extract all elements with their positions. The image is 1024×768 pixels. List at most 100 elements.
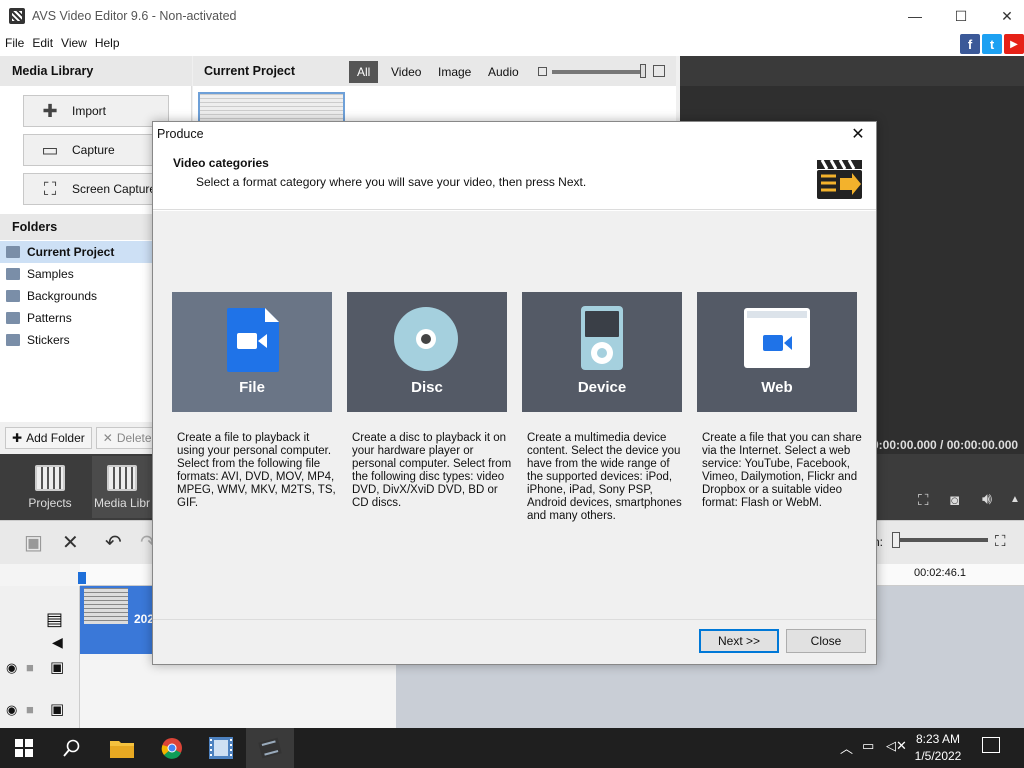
- storyboard-icon[interactable]: ▣: [24, 530, 43, 555]
- category-label: Web: [761, 379, 793, 396]
- filter-video[interactable]: Video: [383, 61, 429, 83]
- category-description-web: Create a file that you can share via the…: [702, 432, 862, 509]
- menu-help[interactable]: Help: [95, 36, 120, 50]
- title-bar: AVS Video Editor 9.6 - Non-activated: [0, 0, 1024, 32]
- chrome-button[interactable]: [148, 728, 196, 768]
- menu-view[interactable]: View: [61, 36, 87, 50]
- category-disc[interactable]: Disc: [347, 292, 507, 412]
- category-label: Device: [577, 379, 627, 396]
- undo-icon[interactable]: ↶: [105, 530, 122, 555]
- dialog-subheading: Select a format category where you will …: [196, 175, 587, 189]
- dialog-body: [153, 211, 876, 619]
- dialog-footer: Next >> Close: [153, 619, 876, 664]
- zoom-slider-handle[interactable]: [892, 532, 900, 548]
- app-icon: [9, 8, 25, 24]
- folder-icon: [6, 334, 20, 346]
- screen-capture-icon: ⛶: [43, 178, 57, 199]
- mode-media-library[interactable]: Media Libr: [92, 456, 152, 518]
- category-label: File: [239, 379, 265, 396]
- clapper-icon: [817, 159, 862, 199]
- mute-icon[interactable]: ◀: [52, 634, 63, 651]
- add-folder-button[interactable]: ✚ Add Folder: [5, 427, 92, 449]
- folder-icon: [6, 290, 20, 302]
- dialog-close-button[interactable]: Close: [786, 629, 866, 653]
- media-thumbnail[interactable]: [198, 92, 345, 124]
- dialog-heading: Video categories: [173, 156, 269, 170]
- start-button[interactable]: [0, 728, 48, 768]
- volume-icon[interactable]: 🔊︎: [982, 491, 992, 509]
- category-web[interactable]: Web: [697, 292, 857, 412]
- mode-label: Media Libr: [93, 495, 151, 510]
- menu-edit[interactable]: Edit: [32, 36, 53, 50]
- zoom-slider[interactable]: [894, 538, 988, 542]
- category-description-file: Create a file to playback it using your …: [177, 432, 336, 509]
- taskbar-clock[interactable]: 8:23 AM 1/5/2022: [908, 731, 968, 765]
- dialog-close-icon[interactable]: ✕: [848, 124, 868, 144]
- network-icon[interactable]: ▭: [862, 738, 874, 754]
- capture-label: Capture: [72, 143, 115, 157]
- delete-folder-button[interactable]: ✕ Delete: [95, 427, 159, 449]
- eye-icon[interactable]: ◉: [6, 660, 17, 676]
- import-button[interactable]: ✚ Import: [23, 95, 169, 127]
- mode-label: Projects: [28, 495, 72, 510]
- disc-icon: [394, 307, 458, 371]
- preview-top-bar: [680, 56, 1024, 86]
- volume-arrow-icon[interactable]: ▲: [1010, 494, 1020, 505]
- filter-audio[interactable]: Audio: [480, 61, 527, 83]
- lock-icon[interactable]: ■: [26, 702, 34, 717]
- folder-label: Samples: [27, 267, 74, 281]
- maximize-button[interactable]: ☐: [938, 0, 984, 32]
- category-file[interactable]: File: [172, 292, 332, 412]
- folder-icon: [6, 268, 20, 280]
- current-project-title: Current Project: [204, 64, 295, 78]
- effects-track-icon: ▣: [50, 659, 65, 676]
- add-folder-label: Add Folder: [26, 431, 85, 445]
- plus-icon: ✚: [12, 431, 23, 445]
- film-app-button[interactable]: [197, 728, 245, 768]
- search-button[interactable]: [48, 728, 96, 768]
- youtube-icon[interactable]: ▶: [1004, 34, 1024, 54]
- avs-editor-taskbar-button[interactable]: [246, 728, 294, 768]
- thumb-size-slider-handle[interactable]: [640, 64, 646, 78]
- category-description-disc: Create a disc to playback it on your har…: [352, 432, 512, 509]
- video-track-icon: ▤: [46, 609, 64, 629]
- screen-capture-button[interactable]: ⛶ Screen Capture: [23, 173, 169, 205]
- next-button[interactable]: Next >>: [699, 629, 779, 653]
- notification-icon[interactable]: [982, 737, 1000, 753]
- eye-icon[interactable]: ◉: [6, 702, 17, 718]
- playhead[interactable]: [78, 572, 86, 584]
- clip-thumbnail: [84, 588, 128, 624]
- delete-icon: ✕: [102, 431, 113, 445]
- thumb-size-slider[interactable]: [552, 70, 644, 74]
- small-thumb-size-icon[interactable]: [538, 67, 547, 76]
- preview-time: 0:00:00.000 / 00:00:00.000: [872, 438, 1019, 452]
- tray-arrow-icon[interactable]: ︿: [840, 738, 853, 757]
- filter-all[interactable]: All: [349, 61, 379, 83]
- filter-image[interactable]: Image: [430, 61, 479, 83]
- delete-label: Delete: [116, 431, 152, 445]
- device-icon: [581, 306, 623, 370]
- large-thumb-size-icon[interactable]: [653, 65, 665, 77]
- clapper-icon: [35, 464, 65, 491]
- fit-timeline-icon[interactable]: ⛶: [995, 533, 1006, 550]
- delete-icon[interactable]: ✕: [62, 530, 79, 555]
- capture-button[interactable]: ▭ Capture: [23, 134, 169, 166]
- menu-file[interactable]: File: [5, 36, 24, 50]
- category-device[interactable]: Device: [522, 292, 682, 412]
- volume-muted-icon[interactable]: ◁✕: [886, 738, 907, 754]
- folder-icon: [110, 741, 134, 758]
- close-button[interactable]: ✕: [984, 0, 1024, 32]
- snapshot-icon[interactable]: ◙: [950, 492, 959, 509]
- lock-icon[interactable]: ■: [26, 660, 34, 675]
- file-explorer-button[interactable]: [98, 728, 146, 768]
- avs-editor-icon: [258, 737, 282, 759]
- category-description-device: Create a multimedia device content. Sele…: [527, 432, 682, 522]
- windows-icon: [15, 739, 33, 757]
- twitter-icon[interactable]: t: [982, 34, 1002, 54]
- import-label: Import: [72, 104, 107, 118]
- minimize-button[interactable]: —: [892, 0, 938, 32]
- file-video-icon: [227, 308, 279, 372]
- fullscreen-icon[interactable]: ⛶: [918, 492, 929, 509]
- facebook-icon[interactable]: f: [960, 34, 980, 54]
- mode-projects[interactable]: Projects: [0, 456, 100, 518]
